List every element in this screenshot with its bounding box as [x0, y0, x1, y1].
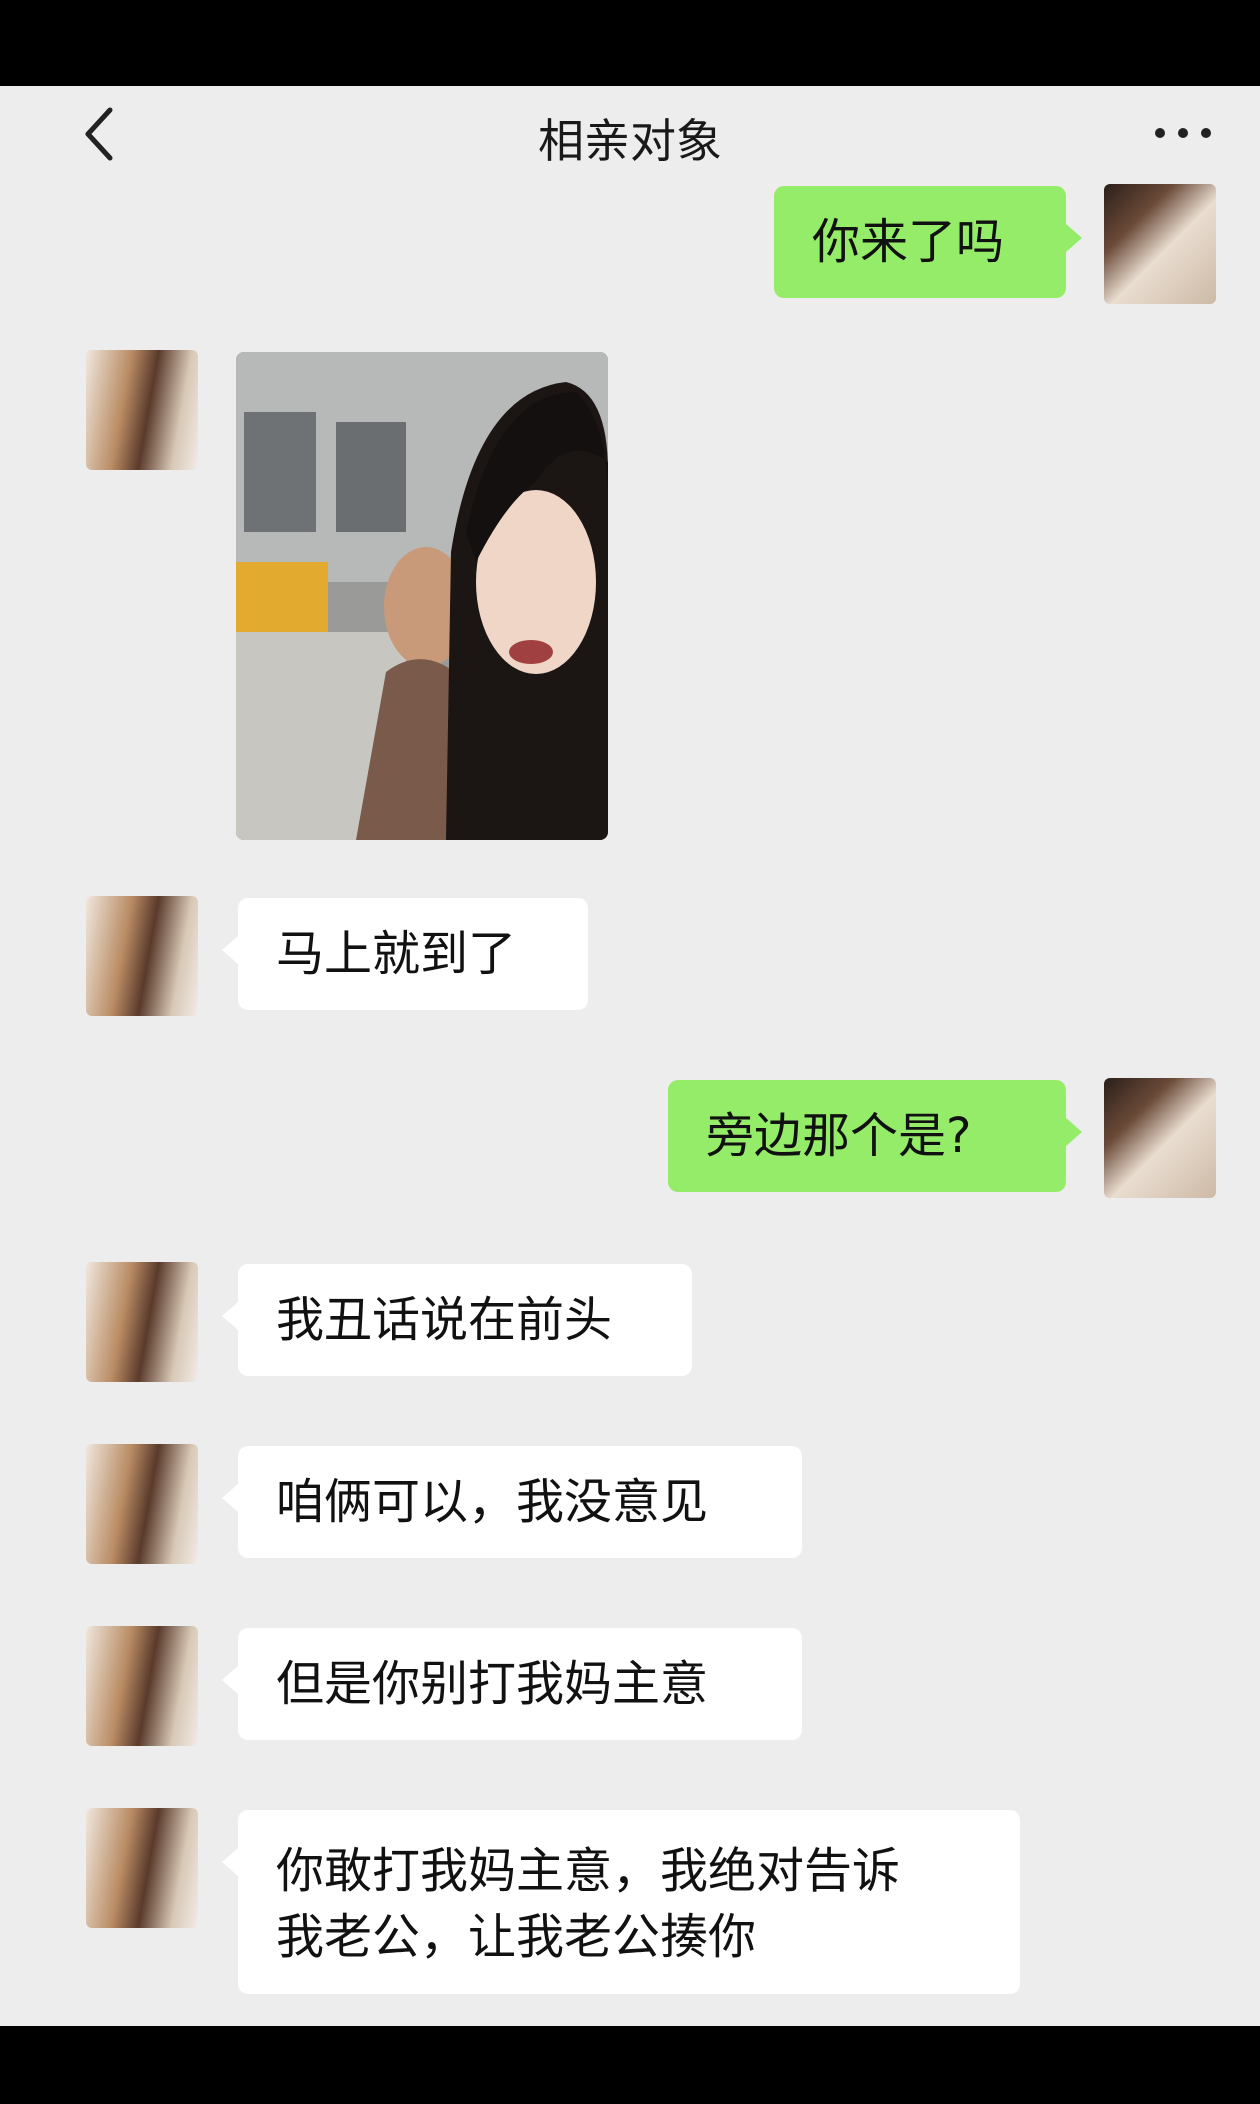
contact-avatar[interactable] — [86, 1808, 198, 1928]
more-dots-icon — [1155, 128, 1211, 138]
chat-header: 相亲对象 — [0, 86, 1260, 196]
message-bubble-received[interactable]: 马上就到了 — [222, 898, 588, 1010]
bottom-black-bar — [0, 2026, 1260, 2104]
contact-avatar[interactable] — [86, 1444, 198, 1564]
message-bubble-received[interactable]: 我丑话说在前头 — [222, 1264, 692, 1376]
my-avatar[interactable] — [1104, 184, 1216, 304]
back-button[interactable] — [78, 104, 128, 164]
my-avatar[interactable] — [1104, 1078, 1216, 1198]
message-bubble-sent[interactable]: 你来了吗 — [774, 186, 1082, 298]
photo-icon — [236, 352, 608, 840]
contact-avatar[interactable] — [86, 350, 198, 470]
message-photo[interactable] — [236, 352, 608, 840]
contact-avatar[interactable] — [86, 1626, 198, 1746]
message-bubble-received[interactable]: 咱俩可以，我没意见 — [222, 1446, 802, 1558]
chat-screen: 相亲对象 你来了吗 马上就到了 旁边那个是? 我丑话说在前头 咱俩可以，我没意见… — [0, 86, 1260, 2026]
chevron-left-icon — [85, 107, 113, 161]
message-bubble-sent[interactable]: 旁边那个是? — [668, 1080, 1082, 1192]
contact-avatar[interactable] — [86, 896, 198, 1016]
message-bubble-received[interactable]: 但是你别打我妈主意 — [222, 1628, 802, 1740]
message-bubble-received[interactable]: 你敢打我妈主意，我绝对告诉 我老公，让我老公揍你 — [222, 1810, 1020, 1994]
contact-avatar[interactable] — [86, 1262, 198, 1382]
chat-title: 相亲对象 — [538, 114, 722, 168]
top-black-bar — [0, 0, 1260, 86]
more-button[interactable] — [1148, 108, 1218, 158]
